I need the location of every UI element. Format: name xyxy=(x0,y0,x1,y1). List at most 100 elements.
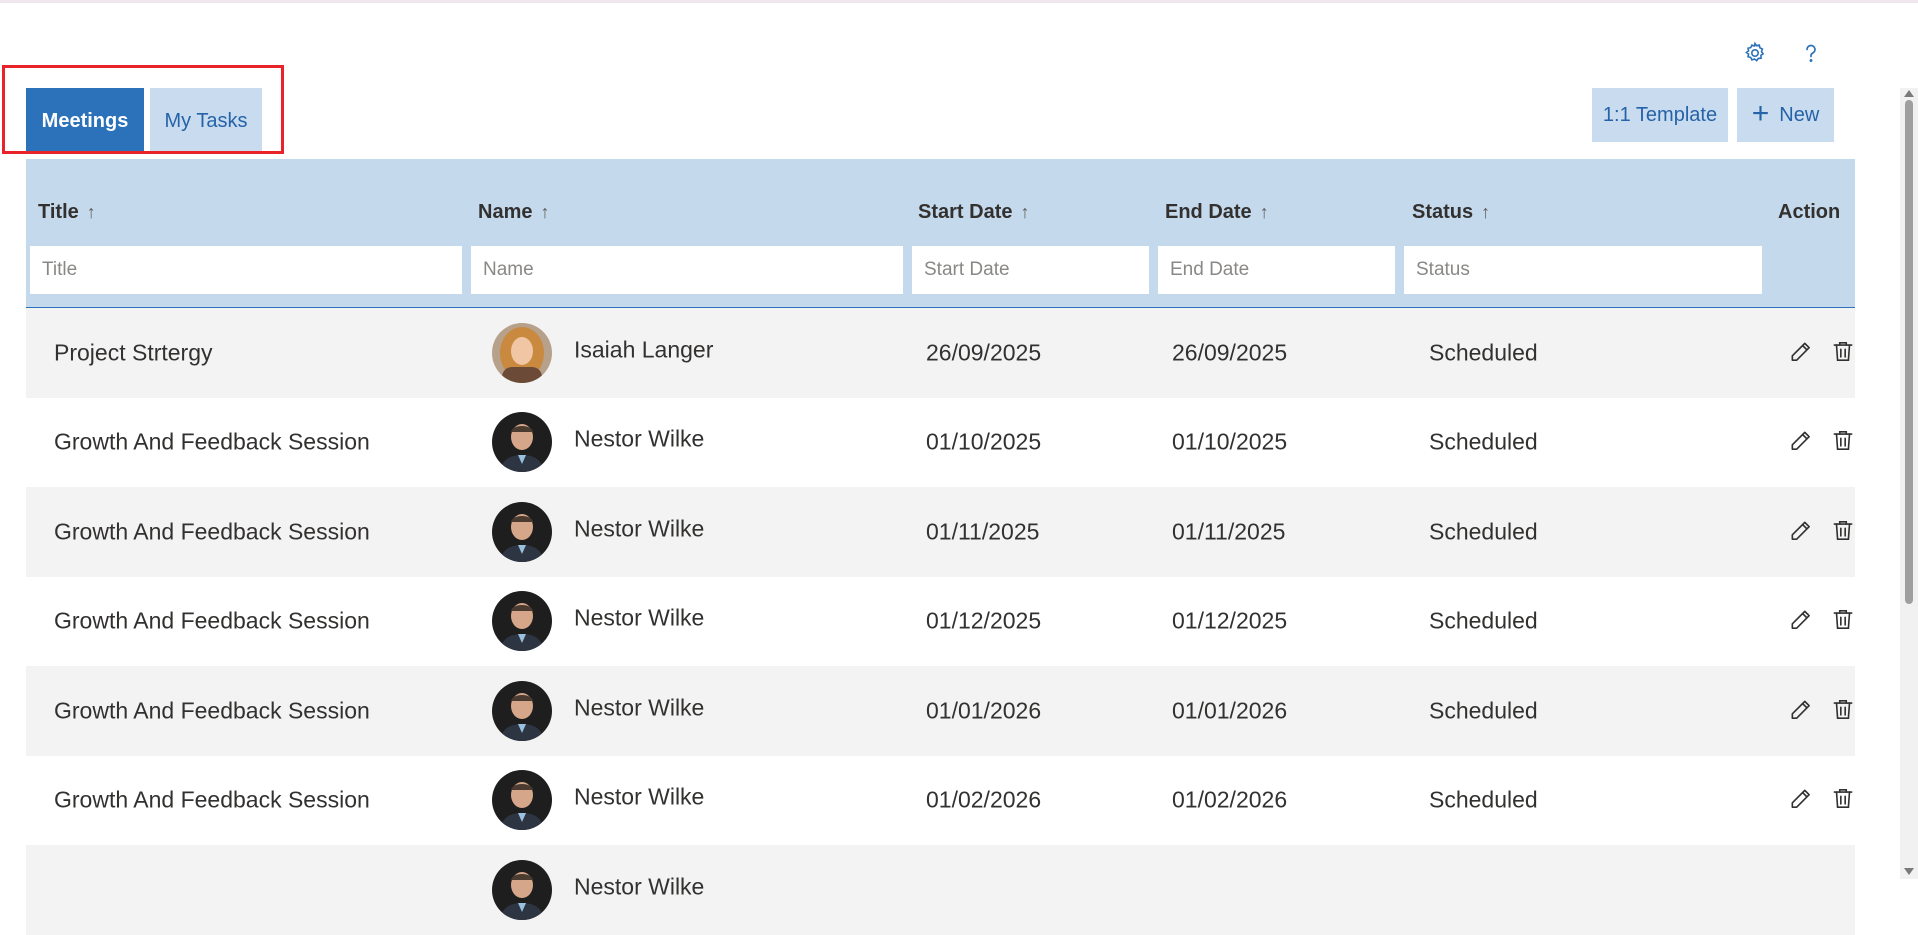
table-row[interactable]: Project Strtergy Isaiah Langer 26/09/2025 2… xyxy=(26,308,1855,398)
avatar xyxy=(492,770,552,831)
avatar xyxy=(492,501,552,562)
edit-pencil-icon[interactable] xyxy=(1786,605,1816,635)
tab-my-tasks[interactable]: My Tasks xyxy=(150,88,262,154)
delete-trash-icon[interactable] xyxy=(1828,426,1858,456)
tab-bar: Meetings My Tasks xyxy=(26,88,262,154)
avatar xyxy=(492,412,552,473)
row-end-date: 01/01/2026 xyxy=(1172,697,1288,724)
end-date-filter-input[interactable] xyxy=(1158,246,1395,294)
scroll-up-arrow-icon[interactable] xyxy=(1904,90,1914,97)
row-person-name: Nestor Wilke xyxy=(574,425,705,452)
row-status: Scheduled xyxy=(1429,518,1538,545)
table-row[interactable]: Growth And Feedback Session Nestor Wilke 0… xyxy=(26,487,1855,577)
name-filter-input[interactable] xyxy=(471,246,903,294)
row-status: Scheduled xyxy=(1429,786,1538,813)
row-start-date: 01/11/2025 xyxy=(926,518,1040,545)
column-title-label: Title xyxy=(38,201,79,223)
avatar xyxy=(492,859,552,920)
column-name-label: Name xyxy=(478,201,533,223)
row-start-date: 01/02/2026 xyxy=(926,786,1042,813)
row-title: Growth And Feedback Session xyxy=(54,786,370,813)
sort-arrow-icon: ↑ xyxy=(86,202,96,222)
template-button-label: 1:1 Template xyxy=(1602,103,1718,126)
row-actions xyxy=(1786,515,1858,545)
row-actions xyxy=(1786,426,1858,456)
row-status: Scheduled xyxy=(1429,339,1538,366)
edit-pencil-icon[interactable] xyxy=(1786,694,1816,724)
row-title: Project Strtergy xyxy=(54,339,213,366)
delete-trash-icon[interactable] xyxy=(1828,515,1858,545)
row-end-date: 26/09/2025 xyxy=(1172,339,1288,366)
row-person-name: Nestor Wilke xyxy=(574,604,705,631)
row-status: Scheduled xyxy=(1429,428,1538,455)
row-person-name: Nestor Wilke xyxy=(574,694,705,721)
help-icon[interactable] xyxy=(1794,36,1828,70)
sort-arrow-icon: ↑ xyxy=(1020,202,1030,222)
scroll-down-arrow-icon[interactable] xyxy=(1904,868,1914,875)
tab-meetings[interactable]: Meetings xyxy=(26,88,144,154)
column-header-start-date[interactable]: Start Date ↑ xyxy=(918,201,1029,224)
edit-pencil-icon[interactable] xyxy=(1786,336,1816,366)
row-person-name: Nestor Wilke xyxy=(574,515,705,542)
row-person-name: Isaiah Langer xyxy=(574,336,714,363)
template-button[interactable]: 1:1 Template xyxy=(1592,88,1728,142)
row-title: Growth And Feedback Session xyxy=(54,428,370,455)
delete-trash-icon[interactable] xyxy=(1828,605,1858,635)
top-icons xyxy=(1738,36,1828,70)
edit-pencil-icon[interactable] xyxy=(1786,426,1816,456)
title-filter-input[interactable] xyxy=(30,246,462,294)
new-button-label: New xyxy=(1779,103,1820,126)
sort-arrow-icon: ↑ xyxy=(540,202,550,222)
start-date-filter-input[interactable] xyxy=(912,246,1149,294)
avatar xyxy=(492,591,552,652)
settings-icon[interactable] xyxy=(1738,36,1772,70)
table-body: Project Strtergy Isaiah Langer 26/09/2025 2… xyxy=(26,308,1855,935)
avatar xyxy=(492,680,552,741)
table-row[interactable]: Nestor Wilke xyxy=(26,845,1855,935)
row-end-date: 01/10/2025 xyxy=(1172,428,1288,455)
delete-trash-icon[interactable] xyxy=(1828,784,1858,814)
row-actions xyxy=(1786,694,1858,724)
table-row[interactable]: Growth And Feedback Session Nestor Wilke 0… xyxy=(26,756,1855,846)
vertical-scrollbar[interactable] xyxy=(1900,88,1918,879)
column-header-name[interactable]: Name ↑ xyxy=(478,201,549,224)
table-row[interactable]: Growth And Feedback Session Nestor Wilke 0… xyxy=(26,577,1855,667)
column-header-title[interactable]: Title ↑ xyxy=(38,201,96,224)
column-status-label: Status xyxy=(1412,201,1474,223)
sort-arrow-icon: ↑ xyxy=(1259,202,1269,222)
column-start-date-label: Start Date xyxy=(918,201,1013,223)
edit-pencil-icon[interactable] xyxy=(1786,784,1816,814)
avatar xyxy=(492,322,552,383)
row-end-date: 01/02/2026 xyxy=(1172,786,1288,813)
row-start-date: 01/10/2025 xyxy=(926,428,1042,455)
column-action-label: Action xyxy=(1778,201,1841,223)
row-actions xyxy=(1786,336,1858,366)
row-end-date: 01/12/2025 xyxy=(1172,607,1288,634)
row-person-name: Nestor Wilke xyxy=(574,873,705,900)
plus-icon: + xyxy=(1751,96,1770,130)
meetings-table: Title ↑ Name ↑ Start Date ↑ End Date ↑ S… xyxy=(26,159,1855,935)
edit-pencil-icon[interactable] xyxy=(1786,515,1816,545)
table-row[interactable]: Growth And Feedback Session Nestor Wilke 0… xyxy=(26,398,1855,488)
delete-trash-icon[interactable] xyxy=(1828,336,1858,366)
toolbar-actions: 1:1 Template + New xyxy=(1592,88,1834,142)
row-start-date: 01/01/2026 xyxy=(926,697,1042,724)
column-header-end-date[interactable]: End Date ↑ xyxy=(1165,201,1269,224)
status-filter-input[interactable] xyxy=(1404,246,1762,294)
new-button[interactable]: + New xyxy=(1737,88,1834,142)
scrollbar-thumb[interactable] xyxy=(1905,100,1913,604)
row-status: Scheduled xyxy=(1429,607,1538,634)
row-actions xyxy=(1786,605,1858,635)
row-end-date: 01/11/2025 xyxy=(1172,518,1286,545)
row-start-date: 01/12/2025 xyxy=(926,607,1042,634)
table-header: Title ↑ Name ↑ Start Date ↑ End Date ↑ S… xyxy=(26,159,1855,308)
row-title: Growth And Feedback Session xyxy=(54,518,370,545)
column-end-date-label: End Date xyxy=(1165,201,1252,223)
row-title: Growth And Feedback Session xyxy=(54,607,370,634)
column-header-status[interactable]: Status ↑ xyxy=(1412,201,1490,224)
delete-trash-icon[interactable] xyxy=(1828,694,1858,724)
table-row[interactable]: Growth And Feedback Session Nestor Wilke 0… xyxy=(26,666,1855,756)
row-person-name: Nestor Wilke xyxy=(574,783,705,810)
row-title: Growth And Feedback Session xyxy=(54,697,370,724)
column-header-action: Action xyxy=(1778,201,1840,224)
